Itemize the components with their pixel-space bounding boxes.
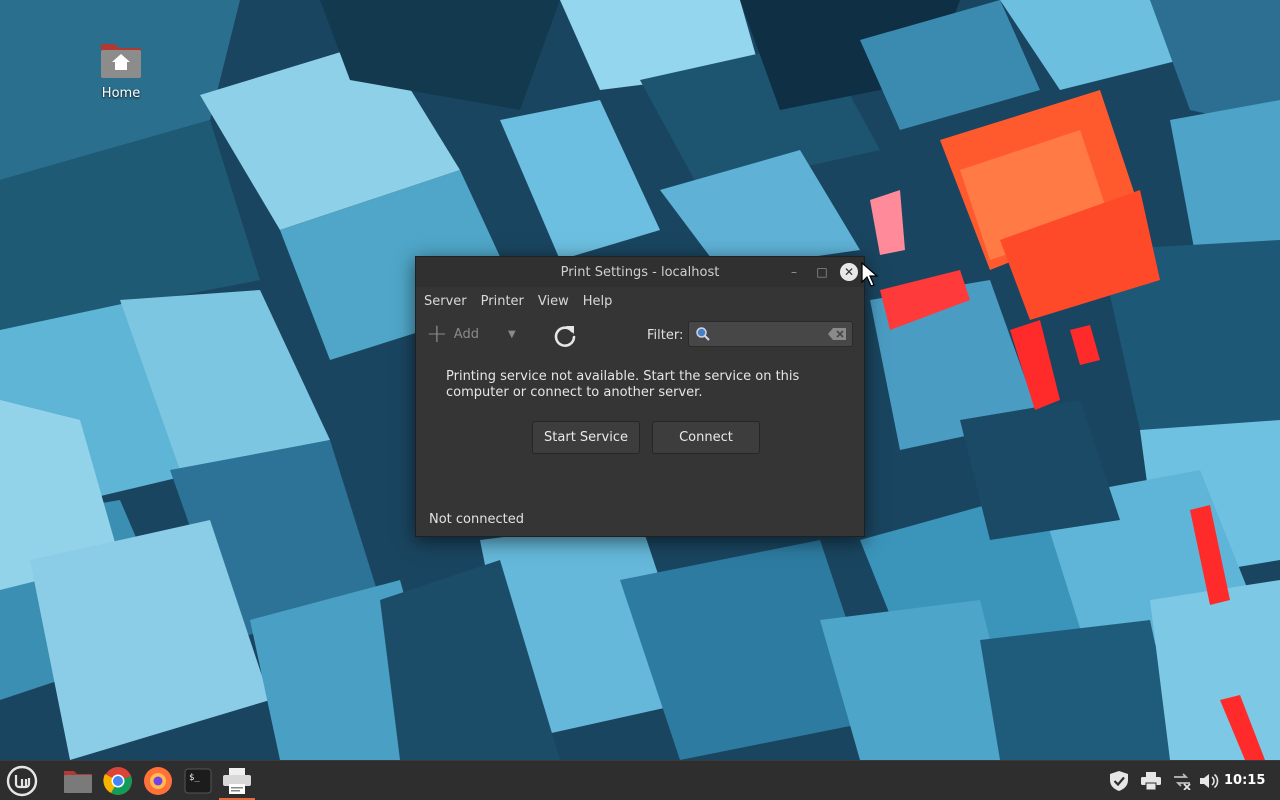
- files-icon: [64, 771, 92, 793]
- chrome-icon: [103, 767, 132, 795]
- window-title: Print Settings - localhost: [560, 264, 720, 280]
- volume-icon: [1200, 773, 1219, 789]
- taskbar-terminal[interactable]: $_: [182, 765, 214, 797]
- toolbar: + Add ▼ Filter:: [416, 315, 864, 357]
- tray-printer[interactable]: [1139, 761, 1163, 800]
- taskbar-clock[interactable]: 10:15: [1224, 773, 1265, 788]
- printer-settings-icon: [223, 768, 251, 794]
- filter-label: Filter:: [647, 328, 684, 343]
- mint-menu-icon: [6, 765, 38, 797]
- add-button[interactable]: + Add: [426, 319, 479, 349]
- content-area: Printing service not available. Start th…: [416, 357, 864, 507]
- clear-text-icon[interactable]: [828, 328, 846, 340]
- status-bar: Not connected: [429, 512, 524, 527]
- add-dropdown-arrow-icon[interactable]: ▼: [508, 329, 516, 340]
- taskbar-files[interactable]: [62, 765, 94, 797]
- service-message: Printing service not available. Start th…: [446, 369, 800, 400]
- minimize-button[interactable]: –: [784, 262, 804, 282]
- tray-volume[interactable]: [1197, 761, 1221, 800]
- taskbar-chrome[interactable]: [102, 765, 134, 797]
- menubar: Server Printer View Help: [416, 287, 864, 315]
- mint-menu-button[interactable]: [6, 765, 38, 797]
- menu-help[interactable]: Help: [583, 294, 621, 309]
- refresh-button[interactable]: [552, 323, 578, 349]
- connect-button[interactable]: Connect: [652, 421, 760, 454]
- network-icon: [1174, 773, 1191, 790]
- print-settings-window: Print Settings - localhost – □ ✕ Server …: [415, 256, 865, 537]
- shield-icon: [1110, 771, 1128, 791]
- filter-input[interactable]: [715, 326, 828, 342]
- taskbar: $_ 10:15: [0, 760, 1280, 800]
- desktop-icon-home[interactable]: Home: [90, 40, 152, 101]
- home-folder-icon: [99, 40, 143, 80]
- tray-network[interactable]: [1170, 761, 1194, 800]
- firefox-icon: [144, 767, 172, 795]
- menu-server[interactable]: Server: [424, 294, 475, 309]
- plus-icon: +: [426, 319, 448, 349]
- terminal-icon: $_: [184, 768, 212, 794]
- window-titlebar[interactable]: Print Settings - localhost – □ ✕: [416, 257, 864, 287]
- close-button[interactable]: ✕: [840, 263, 858, 281]
- taskbar-print-settings[interactable]: [219, 765, 255, 800]
- printer-icon: [1141, 772, 1161, 790]
- menu-printer[interactable]: Printer: [481, 294, 532, 309]
- refresh-icon: [554, 326, 576, 347]
- tray-shield[interactable]: [1107, 761, 1131, 800]
- svg-text:$_: $_: [189, 773, 200, 783]
- desktop-icon-label: Home: [101, 86, 141, 101]
- start-service-button[interactable]: Start Service: [532, 421, 640, 454]
- maximize-button[interactable]: □: [812, 262, 832, 282]
- mouse-cursor-icon: [861, 262, 879, 287]
- taskbar-firefox[interactable]: [142, 765, 174, 797]
- menu-view[interactable]: View: [538, 294, 577, 309]
- add-label: Add: [453, 326, 479, 342]
- search-icon: [696, 327, 710, 341]
- filter-field[interactable]: [688, 321, 853, 347]
